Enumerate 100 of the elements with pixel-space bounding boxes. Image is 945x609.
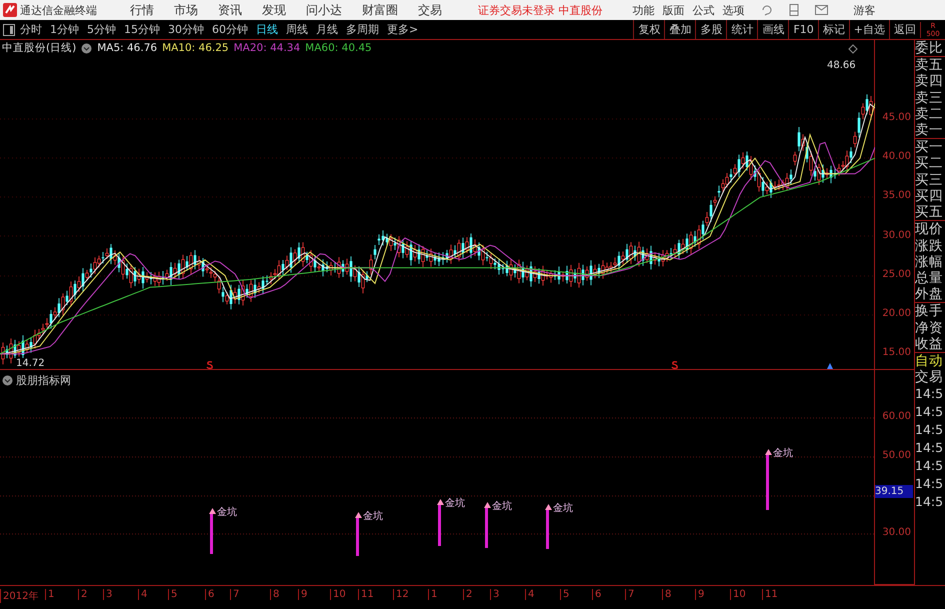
signal-bar <box>356 518 360 556</box>
triangle-marker-icon <box>209 508 216 514</box>
toolbar-button[interactable]: F10 <box>788 20 818 40</box>
signal-label: 金坑 <box>553 502 573 516</box>
menu-item[interactable]: 市场 <box>174 2 198 19</box>
mail-icon[interactable] <box>814 5 828 16</box>
time-axis-label: 5 <box>560 589 570 600</box>
quote-field-label: 卖二 <box>915 106 944 122</box>
menu-item[interactable]: 发现 <box>262 2 286 19</box>
axis-tick-label: 40.00 <box>882 151 911 162</box>
toolbar-button[interactable]: 统计 <box>726 20 758 40</box>
time-axis-label: 4 <box>138 589 148 600</box>
signal-bar <box>210 514 214 554</box>
period-tab[interactable]: 日线 <box>256 22 278 38</box>
period-tab[interactable]: 分时 <box>20 22 42 38</box>
toolbar-button[interactable]: 复权 <box>633 20 664 40</box>
time-axis-label: 7 <box>230 589 240 600</box>
quote-field-label: 卖一 <box>915 122 944 138</box>
toolbar-button[interactable]: +自选 <box>848 20 889 40</box>
user-label[interactable]: 游客 <box>854 2 876 18</box>
axis-tick-label: 30.00 <box>882 527 911 538</box>
dollar-marker-icon <box>206 360 214 370</box>
quote-field-label: 委比 <box>915 40 944 56</box>
dropdown-icon[interactable] <box>2 375 13 386</box>
app-logo-icon <box>3 3 17 18</box>
menu-item[interactable]: 问小达 <box>306 2 342 19</box>
quote-field-label: 净资 <box>915 320 944 336</box>
time-axis-label: 5 <box>168 589 178 600</box>
time-axis-label: 1 <box>45 589 54 600</box>
period-tab[interactable]: 30分钟 <box>168 22 204 38</box>
moving-average-label: MA60: 40.45 <box>305 42 372 54</box>
triangle-marker-icon <box>437 499 444 506</box>
quote-field-label: 总量 <box>915 270 944 286</box>
menu-item[interactable]: 选项 <box>722 2 744 18</box>
toolbar-button[interactable]: 画线 <box>757 20 788 40</box>
period-tab[interactable]: 1分钟 <box>50 22 79 38</box>
quote-field-label: 14:5 <box>915 385 944 404</box>
menu-item[interactable]: 行情 <box>130 2 154 19</box>
axis-tick-label: 15.00 <box>882 347 911 358</box>
menu-item[interactable]: 财富圈 <box>362 2 398 19</box>
triangle-marker-icon <box>765 449 772 456</box>
time-axis-label: 7 <box>625 589 634 600</box>
quote-field-label: 卖四 <box>915 73 944 90</box>
menu-item[interactable]: 功能 <box>632 2 654 18</box>
quote-field-label: 外盘 <box>915 286 944 302</box>
quote-field-label: 买三 <box>915 172 944 188</box>
quote-field-label: 买四 <box>915 188 944 204</box>
triangle-marker-icon <box>484 502 491 508</box>
diamond-icon[interactable] <box>848 44 858 54</box>
moving-average-label: MA5: 46.76 <box>97 42 158 54</box>
signal-bar <box>766 455 770 510</box>
signal-label: 金坑 <box>445 496 465 510</box>
period-tab[interactable]: 周线 <box>286 22 308 38</box>
app-title: 通达信金融终端 <box>20 2 98 18</box>
indicator-title: 股朋指标网 <box>16 373 71 388</box>
quote-field-label: 14:5 <box>915 457 944 476</box>
high-price-label: 48.66 <box>827 60 856 72</box>
quote-field-label: 买五 <box>915 204 944 220</box>
triangle-marker-icon <box>826 362 834 370</box>
quote-field-label: 现价 <box>915 220 945 238</box>
signal-label: 金坑 <box>217 506 237 520</box>
quote-field-label: 卖五 <box>915 56 945 74</box>
moving-average-label: MA20: 44.34 <box>234 42 300 54</box>
toolbar-button[interactable]: 标记 <box>818 20 849 40</box>
time-axis-label: 2012年 <box>0 589 38 604</box>
quote-field-label: 换手 <box>915 302 945 320</box>
quote-field-label: 自动 <box>915 352 945 370</box>
dropdown-icon[interactable] <box>81 42 92 54</box>
time-axis-label: 12 <box>393 589 409 600</box>
period-tab[interactable]: 月线 <box>316 22 338 38</box>
current-value-label: 39.15 <box>875 485 913 498</box>
period-tab[interactable]: 更多> <box>387 22 418 38</box>
period-tab[interactable]: 5分钟 <box>87 22 116 38</box>
period-tab[interactable]: 15分钟 <box>124 22 160 38</box>
triangle-marker-icon <box>355 512 362 518</box>
time-axis-label: 10 <box>330 589 346 600</box>
quote-field-label: 卖三 <box>915 90 944 106</box>
dollar-marker-icon <box>671 360 679 370</box>
time-axis-label: 8 <box>270 589 280 600</box>
login-notice: 证券交易未登录 中直股份 <box>478 2 602 18</box>
signal-label: 金坑 <box>773 446 793 460</box>
time-axis-label: 10 <box>730 589 746 600</box>
quote-field-label: 14:5 <box>915 493 944 512</box>
time-axis-label: 11 <box>762 589 778 600</box>
toolbar-button[interactable]: 返回 <box>889 20 920 40</box>
time-axis-label: 3 <box>490 589 500 600</box>
toolbar-button[interactable]: 多股 <box>695 20 726 40</box>
menu-item[interactable]: 交易 <box>418 2 442 19</box>
time-axis-label: 6 <box>205 589 214 600</box>
quote-field-label: 14:5 <box>915 475 944 494</box>
toolbar-button[interactable]: 叠加 <box>664 20 696 40</box>
quote-field-label: 收益 <box>915 336 944 352</box>
time-axis-label: 9 <box>298 589 308 600</box>
menu-item[interactable]: 资讯 <box>218 2 242 19</box>
period-tab[interactable]: 60分钟 <box>212 22 248 38</box>
quote-field-label: 交易 <box>915 369 944 386</box>
menu-item[interactable]: 版面 <box>662 2 684 18</box>
menu-item[interactable]: 公式 <box>692 2 714 18</box>
panel-toggle-icon[interactable] <box>3 24 15 36</box>
period-tab[interactable]: 多周期 <box>346 22 379 38</box>
